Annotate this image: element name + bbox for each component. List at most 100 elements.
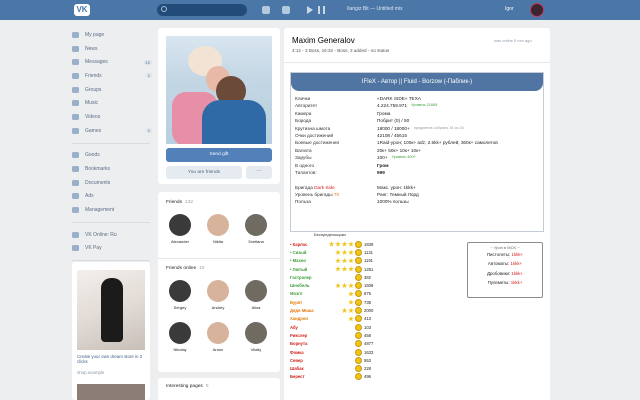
friend-avatar[interactable] xyxy=(207,280,229,302)
ad-title[interactable]: Create your own dream store in 2 clicks xyxy=(77,354,147,365)
leaderboard-name[interactable]: Хандрон xyxy=(290,316,320,321)
friend-avatar[interactable] xyxy=(245,214,267,236)
ad-block[interactable]: Create your own dream store in 2 clicks … xyxy=(72,262,150,400)
coin-icon xyxy=(355,373,362,381)
friend-name[interactable]: Alexander xyxy=(162,239,198,244)
sidebar-item[interactable]: VK Pay xyxy=(72,242,152,256)
friend-item[interactable]: Vitaliy xyxy=(238,322,274,352)
sidebar-item[interactable]: Messages 12 xyxy=(72,55,152,69)
leaderboard-name[interactable]: Мозгл xyxy=(290,291,320,296)
stats-row: Зарубы 100+ Уровень 400+ xyxy=(295,154,541,161)
friend-name[interactable]: Nikita xyxy=(200,239,236,244)
sidebar-item[interactable]: Ads xyxy=(72,190,152,204)
friend-item[interactable]: Sergey xyxy=(162,280,198,310)
highlight-text: Dark Side xyxy=(314,184,335,190)
friends-title[interactable]: Friends 132 xyxy=(166,200,193,205)
star-icon xyxy=(341,266,348,272)
profile-name: Maxim Generalov xyxy=(292,36,355,45)
leaderboard-value: 458 xyxy=(364,332,371,338)
menu-item-icon xyxy=(72,113,79,120)
leaderboard-name[interactable]: • Лютый xyxy=(290,267,320,272)
stat-key: В одного xyxy=(295,162,315,168)
leaderboard-name[interactable]: Рикслер xyxy=(290,333,320,338)
profile-photo[interactable] xyxy=(166,36,272,144)
leaderboard-name[interactable]: Абу xyxy=(290,325,320,330)
send-gift-button[interactable]: Send gift xyxy=(166,148,272,162)
sidebar-item[interactable]: VK Online: Ru xyxy=(72,228,152,242)
leaderboard-name[interactable]: • Сизый xyxy=(290,250,320,255)
sidebar-item[interactable]: Bookmarks xyxy=(72,162,152,176)
friend-item[interactable]: Anton xyxy=(200,322,236,352)
menu-item-icon xyxy=(72,166,79,173)
ad-image-2[interactable] xyxy=(77,384,145,400)
friend-item[interactable]: Nikita xyxy=(200,214,236,244)
stat-value: 42108 / 45615 xyxy=(377,132,407,138)
sidebar-item[interactable]: Friends 1 xyxy=(72,69,152,83)
stat-key: Бригада Dark Side xyxy=(295,184,335,190)
stats-banner[interactable]: IFleX - Aвтор || Fluid - Borzow (-Паблик… xyxy=(291,73,543,91)
friend-avatar[interactable] xyxy=(169,322,191,344)
leaderboard-name[interactable]: Север xyxy=(290,358,320,363)
friends-online-title[interactable]: Friends online 10 xyxy=(166,266,204,271)
ad-image[interactable] xyxy=(77,270,145,350)
play-icon[interactable] xyxy=(307,6,313,14)
profile-status-line[interactable]: 4:12 - 3 Boss, 16:32 - Boss, 3 added - n… xyxy=(292,48,389,53)
friend-name[interactable]: Vitaliy xyxy=(238,347,274,352)
friend-name[interactable]: Alisa xyxy=(238,305,274,310)
stats-row: Клички «DARK SIDE» TEXA xyxy=(295,95,541,102)
friend-item[interactable]: Alexander xyxy=(162,214,198,244)
sidebar-item[interactable]: Games 1 xyxy=(72,124,152,138)
ad-url[interactable]: shop.example xyxy=(77,370,104,375)
friend-avatar[interactable] xyxy=(169,280,191,302)
leaderboard-name[interactable]: • Махно xyxy=(290,258,320,263)
friend-name[interactable]: Anton xyxy=(200,347,236,352)
leaderboard-name[interactable]: Дядя Миша xyxy=(290,308,320,313)
leaderboard-name[interactable]: Берест xyxy=(290,374,320,379)
friends-block: Friends 132 Alexander Nikita Svetlana Frien… xyxy=(158,192,280,372)
sidebar-item[interactable]: Groups xyxy=(72,83,152,97)
friend-name[interactable]: Nikolay xyxy=(162,347,198,352)
bell-icon[interactable] xyxy=(262,6,270,14)
friend-name[interactable]: Andrey xyxy=(200,305,236,310)
music-icon[interactable] xyxy=(282,6,290,14)
leaderboard-name[interactable]: Борнута xyxy=(290,341,320,346)
friend-item[interactable]: Andrey xyxy=(200,280,236,310)
friend-avatar[interactable] xyxy=(169,214,191,236)
leaderboard-name[interactable]: • Карлос xyxy=(290,242,320,247)
friend-item[interactable]: Nikolay xyxy=(162,322,198,352)
leaderboard-name[interactable]: Бурят xyxy=(290,300,320,305)
sidebar-item[interactable]: Management xyxy=(72,203,152,217)
friend-name[interactable]: Svetlana xyxy=(238,239,274,244)
more-actions-button[interactable]: ··· xyxy=(246,166,272,179)
sidebar-item[interactable]: Documents xyxy=(72,176,152,190)
player-track-title[interactable]: Ilangiz Bit — Untitled mix xyxy=(347,6,403,12)
user-avatar[interactable] xyxy=(530,3,544,17)
ad-figure xyxy=(101,278,123,342)
stat-note: Уровень 21665 xyxy=(410,103,438,108)
friend-item[interactable]: Svetlana xyxy=(238,214,274,244)
coin-icon xyxy=(355,348,362,356)
interesting-pages-title[interactable]: Interesting pages 5 xyxy=(166,384,208,389)
leaderboard-name[interactable]: Фомка xyxy=(290,350,320,355)
leaderboard-name[interactable]: Шабак xyxy=(290,366,320,371)
friend-avatar[interactable] xyxy=(207,322,229,344)
friend-avatar[interactable] xyxy=(207,214,229,236)
sidebar-item[interactable]: Music xyxy=(72,96,152,110)
search-input[interactable] xyxy=(157,4,247,16)
stats-row: Борода Побрит (0) / 50 xyxy=(295,117,541,124)
sidebar-item[interactable]: Videos xyxy=(72,110,152,124)
friend-avatar[interactable] xyxy=(245,280,267,302)
leaderboard-name[interactable]: Шнобель xyxy=(290,283,320,288)
friend-name[interactable]: Sergey xyxy=(162,305,198,310)
friend-avatar[interactable] xyxy=(245,322,267,344)
friends-status-button[interactable]: You are friends xyxy=(166,166,242,179)
leaderboard-name[interactable]: Гастролер xyxy=(290,275,320,280)
sidebar-item[interactable]: Goods xyxy=(72,149,152,163)
friend-item[interactable]: Alisa xyxy=(238,280,274,310)
sidebar-item[interactable]: My page xyxy=(72,28,152,42)
user-name[interactable]: Igor xyxy=(505,6,514,12)
sidebar-item[interactable]: News xyxy=(72,42,152,56)
vk-logo[interactable]: VK xyxy=(74,4,90,16)
next-track-icon[interactable] xyxy=(318,6,325,14)
counter-badge: 1 xyxy=(145,128,152,134)
